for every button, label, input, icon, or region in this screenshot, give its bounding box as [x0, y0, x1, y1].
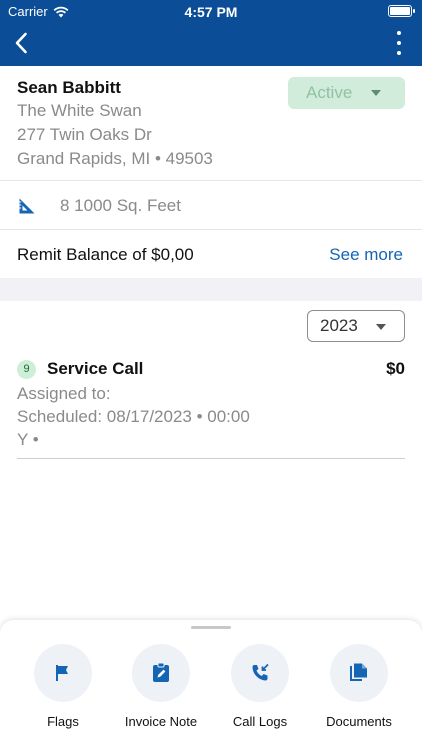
documents-label: Documents [326, 714, 392, 729]
status-value: Active [306, 83, 353, 102]
back-button[interactable] [10, 30, 32, 56]
dot [397, 51, 401, 55]
invoice-note-button[interactable]: Invoice Note [111, 644, 211, 729]
chevron-left-icon [15, 32, 27, 54]
incoming-call-icon [252, 663, 269, 681]
section-divider [0, 278, 422, 301]
dot [397, 41, 401, 45]
dot [397, 31, 401, 35]
documents-icon [350, 663, 367, 681]
remit-balance-row: Remit Balance of $0,00 See more [0, 230, 422, 278]
more-options-button[interactable] [394, 31, 404, 55]
clock: 4:57 PM [184, 4, 238, 20]
invoice-note-label: Invoice Note [124, 714, 198, 729]
address-line-1: 277 Twin Oaks Dr [17, 125, 152, 144]
job-title: Service Call [47, 359, 144, 378]
call-logs-circle [231, 644, 289, 702]
property-area-row: 8 1000 Sq. Feet [0, 181, 422, 230]
job-assigned: Assigned to: [17, 384, 111, 403]
invoice-note-circle [132, 644, 190, 702]
edit-note-icon [153, 662, 169, 682]
remit-balance-text: Remit Balance of $0,00 [17, 245, 194, 264]
job-list-item[interactable]: 9 Service Call $0 Assigned to: Scheduled… [17, 357, 405, 459]
top-header: Carrier 4:57 PM [0, 0, 422, 66]
caret-down-icon [376, 324, 386, 330]
caret-down-icon [371, 90, 381, 96]
year-dropdown[interactable]: 2023 [307, 310, 405, 342]
job-scheduled: Scheduled: 08/17/2023 • 00:00 [17, 407, 250, 426]
year-value: 2023 [320, 316, 358, 335]
see-more-link[interactable]: See more [329, 245, 403, 265]
call-logs-button[interactable]: Call Logs [210, 644, 310, 729]
ruler-triangle-icon [19, 198, 35, 214]
customer-details: Sean Babbitt The White Swan 277 Twin Oak… [0, 66, 422, 181]
call-logs-label: Call Logs [232, 714, 288, 729]
status-dropdown[interactable]: Active [288, 77, 405, 109]
bottom-action-sheet: Flags Invoice Note Call Logs Documents [0, 620, 422, 750]
job-count-badge: 9 [17, 360, 36, 379]
address-line-2: Grand Rapids, MI • 49503 [17, 149, 213, 168]
status-bar: Carrier 4:57 PM [0, 0, 422, 24]
flag-icon [56, 665, 68, 681]
job-amount: $0 [386, 359, 405, 378]
drag-handle[interactable] [191, 626, 231, 629]
property-area: 8 1000 Sq. Feet [60, 196, 181, 215]
documents-button[interactable]: Documents [309, 644, 409, 729]
business-name: The White Swan [17, 101, 142, 120]
job-extra: Y • [17, 430, 39, 449]
battery-icon [388, 5, 415, 17]
flags-button[interactable]: Flags [13, 644, 113, 729]
flags-label: Flags [47, 714, 79, 729]
flags-circle [34, 644, 92, 702]
customer-name: Sean Babbitt [17, 78, 121, 97]
documents-circle [330, 644, 388, 702]
